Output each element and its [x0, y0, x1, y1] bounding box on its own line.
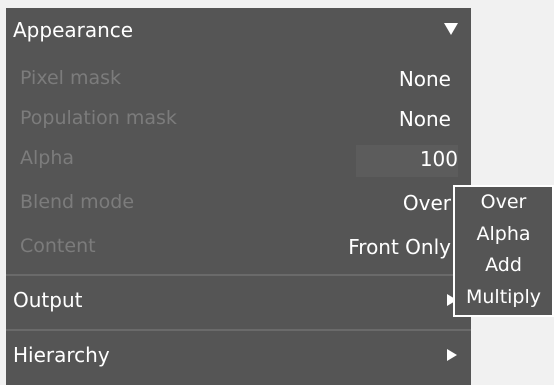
pixel-mask-value[interactable]: None: [399, 67, 451, 91]
alpha-value[interactable]: 100: [420, 147, 458, 171]
blend-mode-value[interactable]: Over: [403, 191, 451, 215]
row-alpha: Alpha 100: [6, 140, 471, 178]
row-blend-mode: Blend mode Over: [6, 184, 471, 222]
divider: [6, 329, 471, 331]
alpha-label: Alpha: [20, 147, 75, 169]
section-title-hierarchy: Hierarchy: [13, 343, 110, 367]
section-title-appearance: Appearance: [13, 18, 134, 42]
triangle-right-icon[interactable]: [447, 349, 457, 361]
section-title-output: Output: [13, 288, 83, 312]
content-label: Content: [20, 235, 96, 257]
blend-mode-dropdown: Over Alpha Add Multiply: [453, 185, 554, 317]
section-header-appearance[interactable]: Appearance: [6, 8, 471, 52]
content-value[interactable]: Front Only: [348, 235, 451, 259]
triangle-down-icon[interactable]: [444, 23, 458, 35]
divider: [6, 274, 471, 276]
row-content: Content Front Only: [6, 228, 471, 266]
dropdown-option-over[interactable]: Over: [455, 191, 552, 213]
section-header-output[interactable]: Output: [6, 278, 471, 322]
pixel-mask-label: Pixel mask: [20, 67, 122, 89]
section-header-hierarchy[interactable]: Hierarchy: [6, 333, 471, 377]
row-population-mask: Population mask None: [6, 100, 471, 138]
population-mask-label: Population mask: [20, 107, 177, 129]
blend-mode-label: Blend mode: [20, 191, 135, 213]
dropdown-option-alpha[interactable]: Alpha: [455, 223, 552, 245]
dropdown-option-multiply[interactable]: Multiply: [455, 286, 552, 308]
properties-panel: Appearance Pixel mask None Population ma…: [6, 8, 471, 385]
row-pixel-mask: Pixel mask None: [6, 60, 471, 98]
dropdown-option-add[interactable]: Add: [455, 254, 552, 276]
population-mask-value[interactable]: None: [399, 107, 451, 131]
